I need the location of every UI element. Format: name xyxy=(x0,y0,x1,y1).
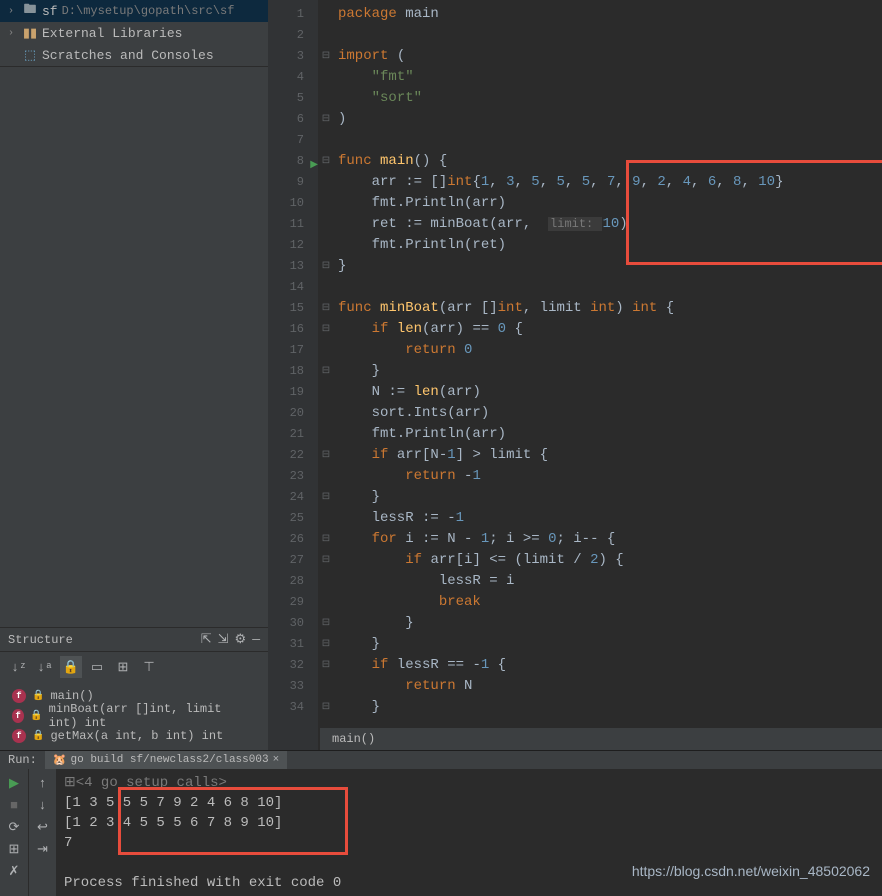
run-label: Run: xyxy=(8,753,37,767)
structure-item-label: minBoat(arr []int, limit int) int xyxy=(49,702,256,730)
scratches-label: Scratches and Consoles xyxy=(42,48,214,63)
sort-1-icon[interactable]: ↓ᶻ xyxy=(8,656,30,678)
layout-icon[interactable]: ⊞ xyxy=(0,839,28,859)
pin-icon[interactable]: ✗ xyxy=(0,861,28,881)
close-icon[interactable]: × xyxy=(273,754,280,766)
breadcrumb[interactable]: main() xyxy=(320,728,882,750)
run-tab[interactable]: 🐹 go build sf/newclass2/class003 × xyxy=(45,751,287,769)
watermark: https://blog.csdn.net/weixin_48502062 xyxy=(632,863,870,879)
view-1-icon[interactable]: ⊞ xyxy=(112,656,134,678)
view-2-icon[interactable]: ⊤ xyxy=(138,656,160,678)
gear-icon[interactable]: ⚙ xyxy=(235,632,247,647)
up-icon[interactable]: ↑ xyxy=(29,773,56,793)
stop-icon[interactable]: ■ xyxy=(0,795,28,815)
project-tree: › 🖿 sf D:\mysetup\gopath\src\sf › ▮▮ Ext… xyxy=(0,0,268,67)
rerun-icon[interactable]: ⟳ xyxy=(0,817,28,837)
code-area[interactable]: package mainimport ( "fmt" "sort")func m… xyxy=(334,0,882,750)
project-name: sf xyxy=(42,4,58,19)
run-icon[interactable]: ▶ xyxy=(0,773,28,793)
sort-2-icon[interactable]: ↓ᵃ xyxy=(34,656,56,678)
function-icon: f xyxy=(12,729,26,743)
filter-icon[interactable]: ▭ xyxy=(86,656,108,678)
structure-item[interactable]: f🔒minBoat(arr []int, limit int) int xyxy=(0,706,268,726)
project-root[interactable]: › 🖿 sf D:\mysetup\gopath\src\sf xyxy=(0,0,268,22)
folder-icon: 🖿 xyxy=(22,3,38,19)
structure-list: f 🔒 main() f 🔒 minBoat(arr []int, limit int) … xyxy=(0,682,268,750)
line-gutter: 12345678▶9101112131415161718192021222324… xyxy=(268,0,318,750)
structure-item-label: getMax(a int, b int) int xyxy=(50,729,223,743)
expand-icon[interactable]: › xyxy=(8,28,18,39)
lock-icon: 🔒 xyxy=(30,710,42,722)
structure-panel: Structure ⇱ ⇲ ⚙ — ↓ᶻ ↓ᵃ 🔒 ▭ ⊞ ⊤ f 🔒 main()… xyxy=(0,627,268,750)
scroll-icon[interactable]: ⇥ xyxy=(29,839,56,859)
run-tab-label: go build sf/newclass2/class003 xyxy=(71,754,269,766)
function-icon: f xyxy=(12,689,26,703)
expand-icon[interactable]: ⇲ xyxy=(218,632,229,647)
structure-item-label: main() xyxy=(50,689,93,703)
down-icon[interactable]: ↓ xyxy=(29,795,56,815)
left-panel: › 🖿 sf D:\mysetup\gopath\src\sf › ▮▮ Ext… xyxy=(0,0,268,750)
lock-icon: 🔒 xyxy=(32,730,44,742)
hide-icon[interactable]: — xyxy=(252,632,260,647)
function-icon: f xyxy=(12,709,24,723)
project-path: D:\mysetup\gopath\src\sf xyxy=(62,4,235,18)
lock-icon[interactable]: 🔒 xyxy=(60,656,82,678)
scratches[interactable]: ⬚ Scratches and Consoles xyxy=(0,44,268,66)
code-editor[interactable]: 12345678▶9101112131415161718192021222324… xyxy=(268,0,882,750)
scratches-icon: ⬚ xyxy=(22,47,38,63)
go-icon: 🐹 xyxy=(53,753,67,767)
wrap-icon[interactable]: ↩ xyxy=(29,817,56,837)
expand-icon[interactable]: › xyxy=(8,6,18,17)
collapse-icon[interactable]: ⇱ xyxy=(201,632,212,647)
external-libraries[interactable]: › ▮▮ External Libraries xyxy=(0,22,268,44)
external-libs-label: External Libraries xyxy=(42,26,182,41)
fold-column: ⊟⊟⊟⊟⊟⊟⊟⊟⊟⊟⊟⊟⊟⊟⊟ xyxy=(318,0,334,750)
structure-title: Structure xyxy=(8,633,73,647)
lock-icon: 🔒 xyxy=(32,690,44,702)
library-icon: ▮▮ xyxy=(22,25,38,41)
